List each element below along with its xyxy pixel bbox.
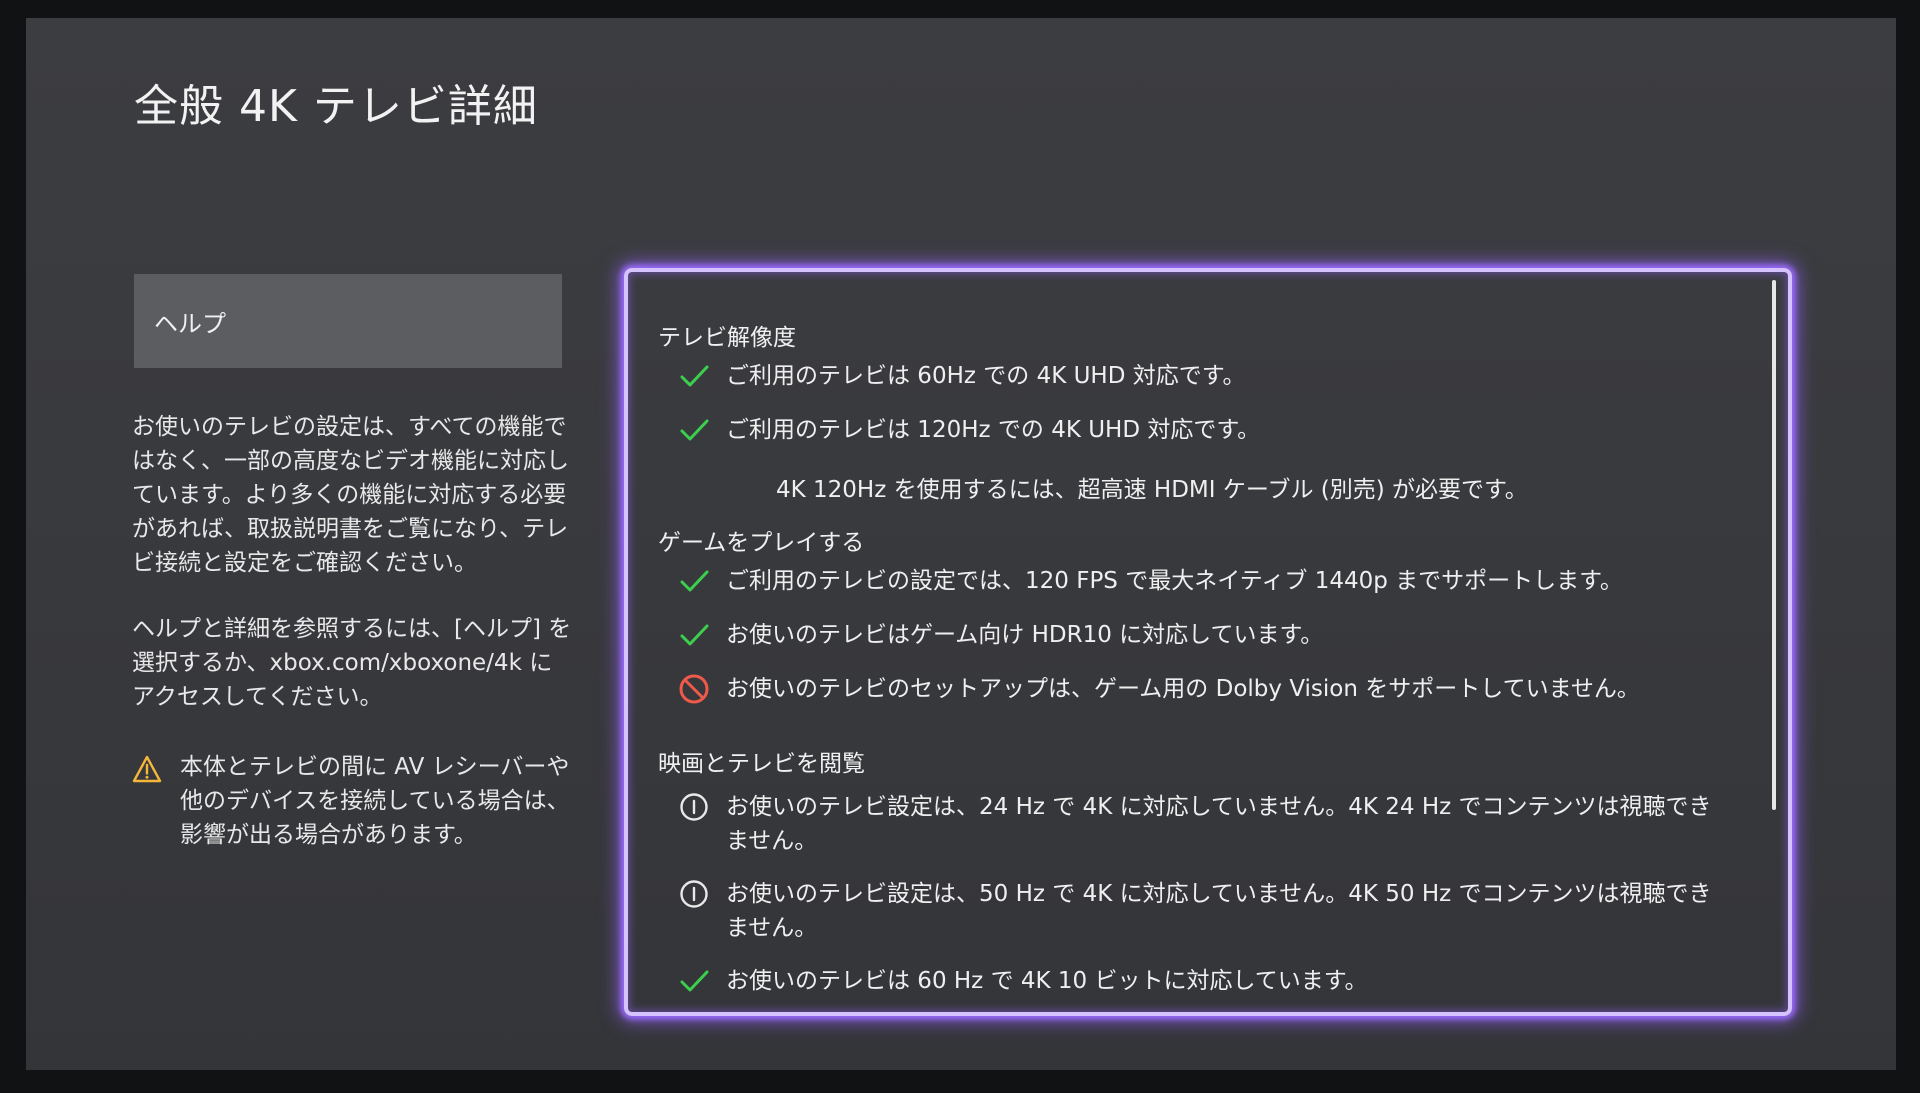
list-item: お使いのテレビはゲーム向け HDR10 に対応しています。 [676, 618, 1726, 653]
section-title-resolution: テレビ解像度 [658, 325, 796, 351]
prohibited-icon [679, 674, 709, 704]
warning-block: 本体とテレビの間に AV レシーバーや他のデバイスを接続している場合は、影響が出… [132, 750, 572, 852]
item-text: お使いのテレビ設定は、24 Hz で 4K に対応していません。4K 24 Hz… [726, 794, 1712, 854]
description-text: お使いのテレビの設定は、すべての機能ではなく、一部の高度なビデオ機能に対応してい… [132, 414, 569, 576]
list-item: ご利用のテレビは 120Hz での 4K UHD 対応です。 [676, 413, 1726, 448]
hdmi-cable-note: 4K 120Hz を使用するには、超高速 HDMI ケーブル (別売) が必要で… [776, 477, 1528, 503]
list-item: ご利用のテレビの設定では、120 FPS で最大ネイティブ 1440p までサポ… [676, 564, 1726, 599]
item-text: お使いのテレビのセットアップは、ゲーム用の Dolby Vision をサポート… [726, 676, 1640, 702]
check-icon [680, 624, 709, 646]
item-text: ご利用のテレビの設定では、120 FPS で最大ネイティブ 1440p までサポ… [726, 568, 1623, 594]
item-text: お使いのテレビは 60 Hz で 4K 10 ビットに対応しています。 [726, 968, 1368, 994]
list-item: お使いのテレビ設定は、50 Hz で 4K に対応していません。4K 50 Hz… [676, 877, 1726, 945]
check-icon [680, 365, 709, 387]
section-title-gaming: ゲームをプレイする [658, 530, 865, 556]
list-item: お使いのテレビ設定は、24 Hz で 4K に対応していません。4K 24 Hz… [676, 790, 1726, 858]
warning-icon [132, 755, 162, 783]
help-info-text: ヘルプと詳細を参照するには、[ヘルプ] を選択するか、xbox.com/xbox… [132, 616, 572, 710]
item-text: お使いのテレビ設定は、50 Hz で 4K に対応していません。4K 50 Hz… [726, 881, 1712, 941]
item-text: ご利用のテレビは 120Hz での 4K UHD 対応です。 [726, 417, 1261, 443]
list-item: お使いのテレビは 60 Hz で 4K 10 ビットに対応しています。 [676, 964, 1726, 999]
section-title-movies-tv: 映画とテレビを閲覧 [658, 751, 865, 777]
help-button[interactable]: ヘルプ [134, 274, 562, 368]
check-icon [680, 419, 709, 441]
info-icon [680, 880, 708, 908]
list-item: ご利用のテレビは 60Hz での 4K UHD 対応です。 [676, 359, 1726, 394]
item-text: ご利用のテレビは 60Hz での 4K UHD 対応です。 [726, 363, 1246, 389]
list-item: お使いのテレビのセットアップは、ゲーム用の Dolby Vision をサポート… [676, 672, 1726, 707]
screen: 全般 4K テレビ詳細 ヘルプ お使いのテレビの設定は、すべての機能ではなく、一… [26, 18, 1896, 1070]
help-button-label: ヘルプ [154, 309, 226, 338]
item-text: お使いのテレビはゲーム向け HDR10 に対応しています。 [726, 622, 1324, 648]
capabilities-panel[interactable]: テレビ解像度 ご利用のテレビは 60Hz での 4K UHD 対応です。 ご利用… [624, 268, 1792, 1016]
check-icon [680, 970, 709, 992]
check-icon [680, 570, 709, 592]
info-icon [680, 793, 708, 821]
warning-text: 本体とテレビの間に AV レシーバーや他のデバイスを接続している場合は、影響が出… [180, 754, 570, 848]
page-title: 全般 4K テレビ詳細 [134, 81, 538, 132]
panel-scrollbar[interactable] [1772, 280, 1776, 810]
